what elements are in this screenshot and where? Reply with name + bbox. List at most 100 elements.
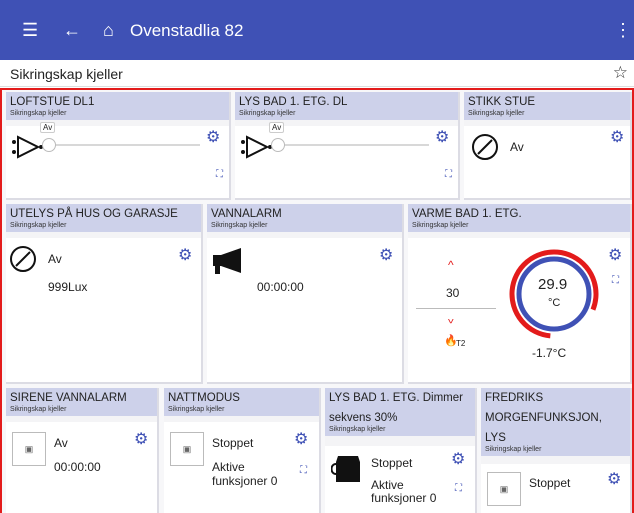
fullscreen-icon[interactable]: ⛶	[300, 466, 307, 476]
card-room: Sikringskap kjeller	[168, 406, 225, 413]
card-varme-bad: VARME BAD 1. ETG. Sikringskap kjeller ^ …	[408, 204, 632, 384]
card-header: LYS BAD 1. ETG. DL Sikringskap kjeller	[235, 92, 458, 120]
gear-icon[interactable]: ⚙	[206, 130, 220, 146]
fullscreen-icon[interactable]: ⛶	[445, 170, 452, 180]
card-loftstue: LOFTSTUE DL1 Sikringskap kjeller Av ⚙ ⛶	[6, 92, 231, 200]
dimmer-slider-thumb[interactable]	[42, 138, 56, 152]
card-header: STIKK STUE Sikringskap kjeller	[464, 92, 630, 120]
active-label: Aktive	[212, 460, 245, 474]
page-header: Sikringskap kjeller ☆	[0, 60, 634, 87]
card-title: NATTMODUS	[168, 392, 240, 404]
fullscreen-icon[interactable]: ⛶	[612, 276, 619, 286]
relay-switch-icon[interactable]	[470, 132, 500, 162]
card-title-line2: MORGENFUNKSJON,	[485, 412, 602, 424]
card-room: Sikringskap kjeller	[10, 110, 67, 117]
card-body: ^ 30 ^ 🔥 T2 29.9 °C -1.7°C ⚙ ⛶	[408, 238, 630, 382]
megaphone-icon[interactable]	[211, 246, 245, 276]
star-outline-icon[interactable]: ☆	[613, 63, 628, 83]
card-stikk-stue: STIKK STUE Sikringskap kjeller Av ⚙	[464, 92, 632, 200]
gear-icon[interactable]: ⚙	[610, 130, 624, 146]
card-title-line3: LYS	[485, 432, 506, 444]
card-title: LYS BAD 1. ETG. DL	[239, 96, 348, 108]
hamburger-menu-icon[interactable]: ☰	[22, 20, 38, 40]
scene-state: Stoppet	[529, 476, 571, 490]
card-header: VANNALARM Sikringskap kjeller	[207, 204, 402, 232]
gear-icon[interactable]: ⚙	[379, 248, 393, 264]
device-state: Av	[510, 140, 524, 154]
lux-value: 999Lux	[48, 280, 88, 294]
dimmer-slider-track[interactable]	[277, 144, 429, 146]
timer-value: 00:00:00	[54, 460, 101, 474]
gear-icon[interactable]: ⚙	[435, 130, 449, 146]
card-body: Stoppet Aktive funksjoner 0 ⚙ ⛶	[325, 446, 475, 513]
gear-icon[interactable]: ⚙	[178, 248, 192, 264]
relay-switch-icon[interactable]	[8, 244, 38, 274]
chevron-down-icon[interactable]: ^	[448, 312, 454, 326]
gear-icon[interactable]: ⚙	[607, 472, 621, 488]
card-header: UTELYS PÅ HUS OG GARASJE Sikringskap kje…	[6, 204, 201, 232]
fullscreen-icon[interactable]: ⛶	[455, 484, 462, 494]
card-subtitle: sekvens 30%	[329, 412, 398, 424]
device-state: Av	[54, 436, 68, 450]
card-body: ▣ Av 00:00:00 ⚙	[6, 422, 157, 513]
card-room: Sikringskap kjeller	[239, 110, 296, 117]
slider-value: Av	[40, 122, 56, 133]
device-state: Av	[48, 252, 62, 266]
device-grid: LOFTSTUE DL1 Sikringskap kjeller Av ⚙ ⛶ …	[0, 88, 634, 513]
timer-value: 00:00:00	[257, 280, 304, 294]
card-header: LOFTSTUE DL1 Sikringskap kjeller	[6, 92, 229, 120]
dimmer-light-icon	[12, 135, 43, 159]
scene-state: Stoppet	[212, 436, 254, 450]
card-header: FREDRIKS MORGENFUNKSJON, LYS Sikringskap…	[481, 388, 630, 456]
card-room: Sikringskap kjeller	[468, 110, 525, 117]
gear-icon[interactable]: ⚙	[294, 432, 308, 448]
card-title: LOFTSTUE DL1	[10, 96, 95, 108]
slider-value: Av	[269, 122, 285, 133]
arrow-left-icon[interactable]: ←	[63, 20, 81, 40]
card-title: UTELYS PÅ HUS OG GARASJE	[10, 208, 178, 220]
card-body: ▣ Stoppet Aktive funksjoner 0 ⚙ ⛶	[164, 422, 319, 513]
app-title: Ovenstadlia 82	[130, 21, 244, 40]
active-label: Aktive	[371, 478, 404, 492]
card-vannalarm: VANNALARM Sikringskap kjeller 00:00:00 ⚙	[207, 204, 404, 384]
card-header: LYS BAD 1. ETG. Dimmer sekvens 30% Sikri…	[325, 388, 475, 436]
fullscreen-icon[interactable]: ⛶	[216, 170, 223, 180]
setpoint-value: 30	[446, 286, 460, 300]
card-header: VARME BAD 1. ETG. Sikringskap kjeller	[408, 204, 630, 232]
home-icon[interactable]: ⌂	[103, 20, 114, 40]
app-bar: ☰ ← ⌂ Ovenstadlia 82 ⋮	[0, 0, 634, 60]
card-lys-bad-dl: LYS BAD 1. ETG. DL Sikringskap kjeller A…	[235, 92, 460, 200]
dimmer-slider-thumb[interactable]	[271, 138, 285, 152]
scene-button[interactable]: ▣	[12, 432, 46, 466]
coffee-pot-icon[interactable]	[331, 452, 365, 484]
card-title: VARME BAD 1. ETG.	[412, 208, 522, 220]
card-header: SIRENE VANNALARM Sikringskap kjeller	[6, 388, 157, 416]
dimmer-light-icon	[241, 135, 272, 159]
card-header: NATTMODUS Sikringskap kjeller	[164, 388, 319, 416]
card-title: STIKK STUE	[468, 96, 536, 108]
outdoor-temperature: -1.7°C	[532, 346, 567, 360]
card-room: Sikringskap kjeller	[211, 222, 268, 229]
card-lys-bad-dimmer: LYS BAD 1. ETG. Dimmer sekvens 30% Sikri…	[325, 388, 477, 513]
current-temperature: 29.9	[538, 276, 568, 293]
card-title: SIRENE VANNALARM	[10, 392, 127, 404]
gear-icon[interactable]: ⚙	[451, 452, 465, 468]
card-utelys: UTELYS PÅ HUS OG GARASJE Sikringskap kje…	[6, 204, 203, 384]
card-room: Sikringskap kjeller	[412, 222, 469, 229]
gear-icon[interactable]: ⚙	[134, 432, 148, 448]
chevron-up-icon[interactable]: ^	[448, 258, 454, 272]
card-title: VANNALARM	[211, 208, 282, 220]
dimmer-slider-track[interactable]	[48, 144, 200, 146]
card-nattmodus: NATTMODUS Sikringskap kjeller ▣ Stoppet …	[164, 388, 321, 513]
card-title: LYS BAD 1. ETG. Dimmer	[329, 392, 463, 404]
gear-icon[interactable]: ⚙	[608, 248, 622, 264]
scene-button[interactable]: ▣	[487, 472, 521, 506]
card-body: Av ⚙ ⛶	[235, 122, 458, 198]
card-body: Av ⚙ ⛶	[6, 122, 229, 198]
card-body: Av 999Lux ⚙	[6, 238, 201, 382]
thermostat-gauge	[509, 249, 599, 339]
more-vert-icon[interactable]: ⋮	[614, 20, 632, 40]
scene-button[interactable]: ▣	[170, 432, 204, 466]
page-title: Sikringskap kjeller	[10, 66, 123, 82]
card-title: FREDRIKS	[485, 392, 544, 404]
